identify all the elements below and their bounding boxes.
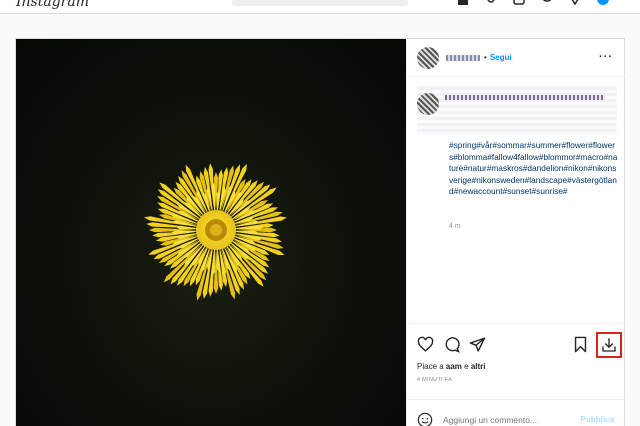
download-icon bbox=[602, 338, 616, 352]
caption-text-blurred bbox=[445, 95, 605, 100]
comment-icon[interactable] bbox=[441, 334, 461, 354]
comment-bar: Pubblica bbox=[407, 399, 626, 426]
likes-others-link[interactable]: altri bbox=[471, 362, 486, 371]
post-photo[interactable] bbox=[16, 39, 406, 426]
caption-hashtags[interactable]: #spring#vår#sommar#summer#flower#flowers… bbox=[449, 140, 619, 198]
top-nav: Instagram bbox=[0, 0, 640, 14]
follow-button[interactable]: Segui bbox=[490, 53, 512, 62]
home-icon[interactable] bbox=[456, 0, 470, 5]
instagram-logo[interactable]: Instagram bbox=[16, 0, 89, 10]
dandelion-image bbox=[144, 163, 287, 301]
download-button[interactable] bbox=[596, 332, 622, 358]
caption-time: 4 m bbox=[449, 223, 461, 230]
share-icon[interactable] bbox=[467, 334, 487, 354]
separator-dot: • bbox=[484, 53, 487, 62]
profile-avatar[interactable] bbox=[596, 0, 610, 5]
emoji-icon[interactable] bbox=[417, 412, 433, 426]
author-avatar[interactable] bbox=[417, 46, 439, 69]
caption-avatar[interactable] bbox=[417, 93, 439, 115]
post-header: • Segui ··· bbox=[407, 39, 625, 77]
caption-row bbox=[417, 85, 617, 135]
likes-text: Piace a aam e altri bbox=[417, 362, 486, 371]
messenger-icon[interactable] bbox=[484, 0, 498, 5]
post-sidebar: • Segui ··· #spring#vår#sommar#summer#fl… bbox=[406, 39, 626, 426]
more-options-icon[interactable]: ··· bbox=[599, 51, 613, 63]
comment-input[interactable] bbox=[443, 414, 573, 425]
publish-button[interactable]: Pubblica bbox=[581, 415, 614, 424]
liker-username[interactable]: aam bbox=[446, 362, 462, 371]
post-timestamp: 4 MINUTI FA bbox=[417, 377, 453, 383]
post-actions: Piace a aam e altri 4 MINUTI FA bbox=[407, 323, 626, 403]
explore-icon[interactable] bbox=[540, 0, 554, 5]
search-input[interactable] bbox=[232, 0, 408, 6]
author-username-blurred[interactable] bbox=[446, 54, 480, 61]
like-heart-icon[interactable] bbox=[415, 334, 435, 354]
nav-icons bbox=[456, 0, 610, 5]
new-post-icon[interactable] bbox=[512, 0, 526, 5]
post-card: • Segui ··· #spring#vår#sommar#summer#fl… bbox=[15, 38, 626, 426]
caption bbox=[417, 85, 617, 135]
heart-icon[interactable] bbox=[568, 0, 582, 5]
bookmark-icon[interactable] bbox=[570, 334, 590, 354]
